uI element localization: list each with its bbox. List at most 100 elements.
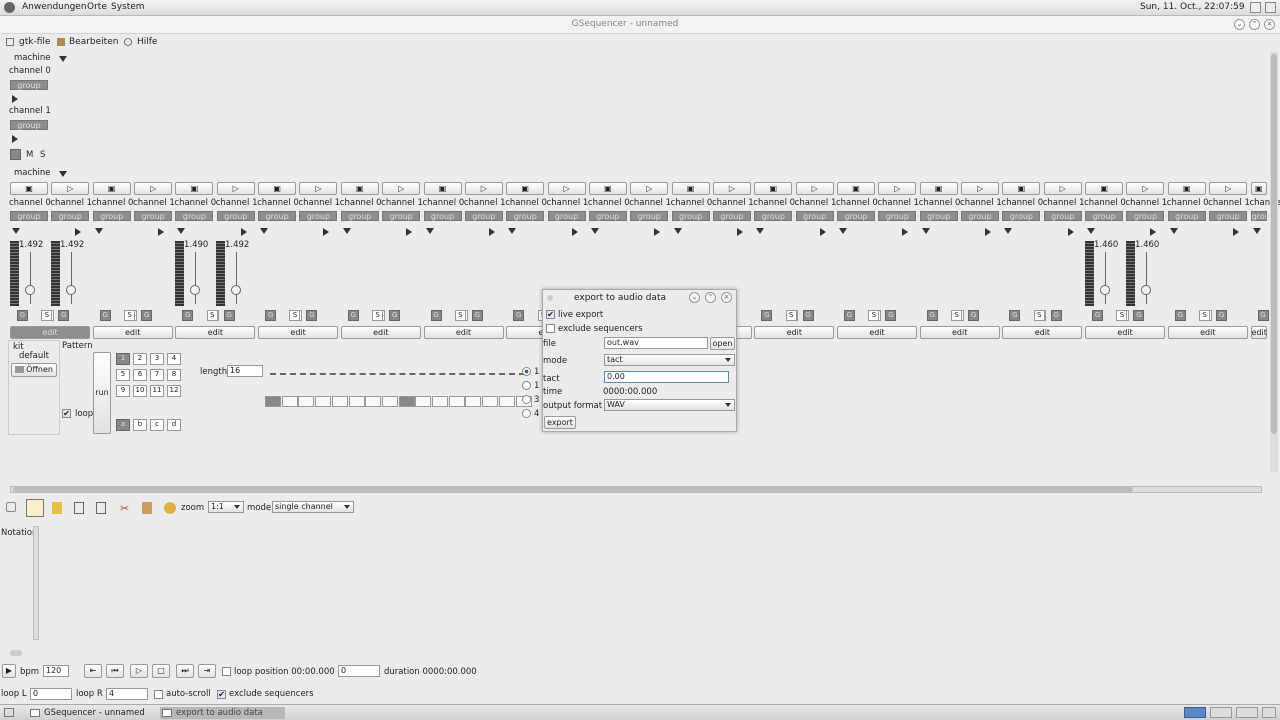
- expand-icon[interactable]: [756, 228, 765, 234]
- group-button[interactable]: group: [795, 211, 834, 221]
- play-icon[interactable]: ▷: [1126, 182, 1165, 195]
- pattern-pad[interactable]: [298, 396, 315, 407]
- menu-edit[interactable]: Bearbeiten: [69, 37, 118, 47]
- taskbar-item[interactable]: GSequencer - unnamed: [28, 707, 158, 719]
- group-toggle-icon[interactable]: G: [141, 310, 153, 321]
- group-button[interactable]: group: [1126, 211, 1165, 221]
- group-button[interactable]: group: [175, 211, 214, 221]
- pattern-pad[interactable]: [498, 396, 515, 407]
- group-button[interactable]: group: [464, 211, 503, 221]
- group-toggle-icon[interactable]: G: [761, 310, 773, 321]
- workspace-3[interactable]: [1236, 707, 1258, 718]
- dialog-titlebar[interactable]: export to audio data ⌄ ⌃ ×: [543, 290, 736, 306]
- menu-file[interactable]: gtk-file: [19, 37, 50, 47]
- group-toggle-icon[interactable]: G: [844, 310, 855, 321]
- expand-icon[interactable]: [1252, 228, 1261, 234]
- open-icon[interactable]: ▣: [671, 182, 710, 195]
- solo-button[interactable]: S: [1116, 310, 1128, 321]
- group-toggle-icon[interactable]: G: [265, 310, 277, 321]
- volume-knob[interactable]: [231, 285, 241, 295]
- workspace-1[interactable]: [1184, 707, 1206, 718]
- group-button[interactable]: group: [134, 211, 173, 221]
- zoom-combo[interactable]: 1:1: [208, 501, 244, 513]
- open-icon[interactable]: ▣: [175, 182, 214, 195]
- auto-scroll-checkbox[interactable]: [154, 690, 163, 699]
- group-toggle-icon[interactable]: G: [99, 310, 111, 321]
- group-toggle-icon[interactable]: G: [389, 310, 401, 321]
- export-button[interactable]: export: [544, 416, 576, 429]
- pattern-pad[interactable]: [348, 396, 365, 407]
- play-icon[interactable]: [75, 228, 82, 236]
- edit-button[interactable]: edit: [754, 326, 835, 339]
- play-icon[interactable]: ▷: [299, 182, 338, 195]
- play-icon[interactable]: [1150, 228, 1157, 236]
- pattern-pad[interactable]: [281, 396, 298, 407]
- volume-slider[interactable]: [1105, 252, 1106, 304]
- solo-button[interactable]: S: [868, 310, 880, 321]
- close-icon[interactable]: ×: [1264, 19, 1275, 30]
- open-icon[interactable]: ▣: [423, 182, 462, 195]
- play-icon[interactable]: ▷: [382, 182, 421, 195]
- open-icon[interactable]: ▣: [340, 182, 379, 195]
- menu-applications[interactable]: Anwendungen: [22, 2, 87, 12]
- play-icon[interactable]: [12, 95, 18, 103]
- pattern-radio[interactable]: [522, 409, 531, 418]
- copy-icon[interactable]: [96, 502, 106, 514]
- group-button[interactable]: group: [1167, 211, 1206, 221]
- play-icon[interactable]: ▷: [51, 182, 90, 195]
- pattern-index-button[interactable]: 8: [167, 369, 181, 381]
- open-icon[interactable]: ▣: [1167, 182, 1206, 195]
- group-button[interactable]: group: [258, 211, 297, 221]
- rewind-button[interactable]: ⇤: [84, 664, 102, 678]
- play-icon[interactable]: [323, 228, 330, 236]
- group-toggle-icon[interactable]: G: [1257, 310, 1269, 321]
- edit-button[interactable]: edit: [340, 326, 421, 339]
- pattern-pad[interactable]: [331, 396, 348, 407]
- pattern-pad[interactable]: [448, 396, 465, 407]
- solo-button[interactable]: S: [40, 150, 45, 160]
- loop-r-spinbox[interactable]: 4: [106, 688, 148, 700]
- loop-position-spinbox[interactable]: 0: [338, 665, 380, 677]
- pattern-radio[interactable]: [522, 367, 531, 376]
- open-icon[interactable]: ▣: [258, 182, 297, 195]
- group-button[interactable]: group: [671, 211, 710, 221]
- group-button[interactable]: group: [299, 211, 338, 221]
- play-icon[interactable]: [819, 228, 826, 236]
- group-button[interactable]: group: [878, 211, 917, 221]
- cut-icon[interactable]: ✂: [120, 502, 130, 515]
- group-button[interactable]: group: [837, 211, 875, 221]
- group-button[interactable]: group: [506, 211, 545, 221]
- open-icon[interactable]: ▣: [1250, 182, 1267, 195]
- notation-scrollbar[interactable]: [33, 526, 39, 640]
- clear-icon[interactable]: [52, 502, 62, 514]
- solo-button[interactable]: S: [785, 310, 797, 321]
- group-toggle-icon[interactable]: G: [513, 310, 525, 321]
- volume-slider[interactable]: [1146, 252, 1147, 304]
- invert-icon[interactable]: [164, 502, 176, 514]
- minimize-icon[interactable]: ⌄: [1234, 19, 1245, 30]
- open-icon[interactable]: ▣: [754, 182, 793, 195]
- group-toggle-icon[interactable]: G: [182, 310, 194, 321]
- volume-knob[interactable]: [66, 285, 76, 295]
- machine-header[interactable]: machine: [14, 168, 51, 178]
- play-icon[interactable]: [985, 228, 992, 236]
- pattern-index-button[interactable]: 6: [133, 369, 147, 381]
- stop-button[interactable]: □: [152, 664, 170, 678]
- expand-icon[interactable]: [1169, 228, 1178, 234]
- play-icon[interactable]: [406, 228, 413, 236]
- edit-button[interactable]: edit: [1002, 326, 1083, 339]
- group-button[interactable]: group: [1043, 211, 1082, 221]
- volume-knob[interactable]: [1100, 285, 1110, 295]
- run-button[interactable]: run: [93, 352, 111, 434]
- play-transport-button[interactable]: ▷: [130, 664, 148, 678]
- pattern-index-button[interactable]: 5: [116, 369, 130, 381]
- group-button[interactable]: group: [51, 211, 90, 221]
- group-toggle-icon[interactable]: G: [430, 310, 442, 321]
- loop-checkbox[interactable]: ✔: [62, 409, 71, 418]
- edit-pencil-icon[interactable]: [26, 499, 44, 517]
- volume-slider[interactable]: [30, 252, 31, 304]
- group-button[interactable]: group: [1002, 211, 1041, 221]
- play-icon[interactable]: ▷: [547, 182, 586, 195]
- volume-slider[interactable]: [71, 252, 72, 304]
- group-toggle-icon[interactable]: G: [1174, 310, 1186, 321]
